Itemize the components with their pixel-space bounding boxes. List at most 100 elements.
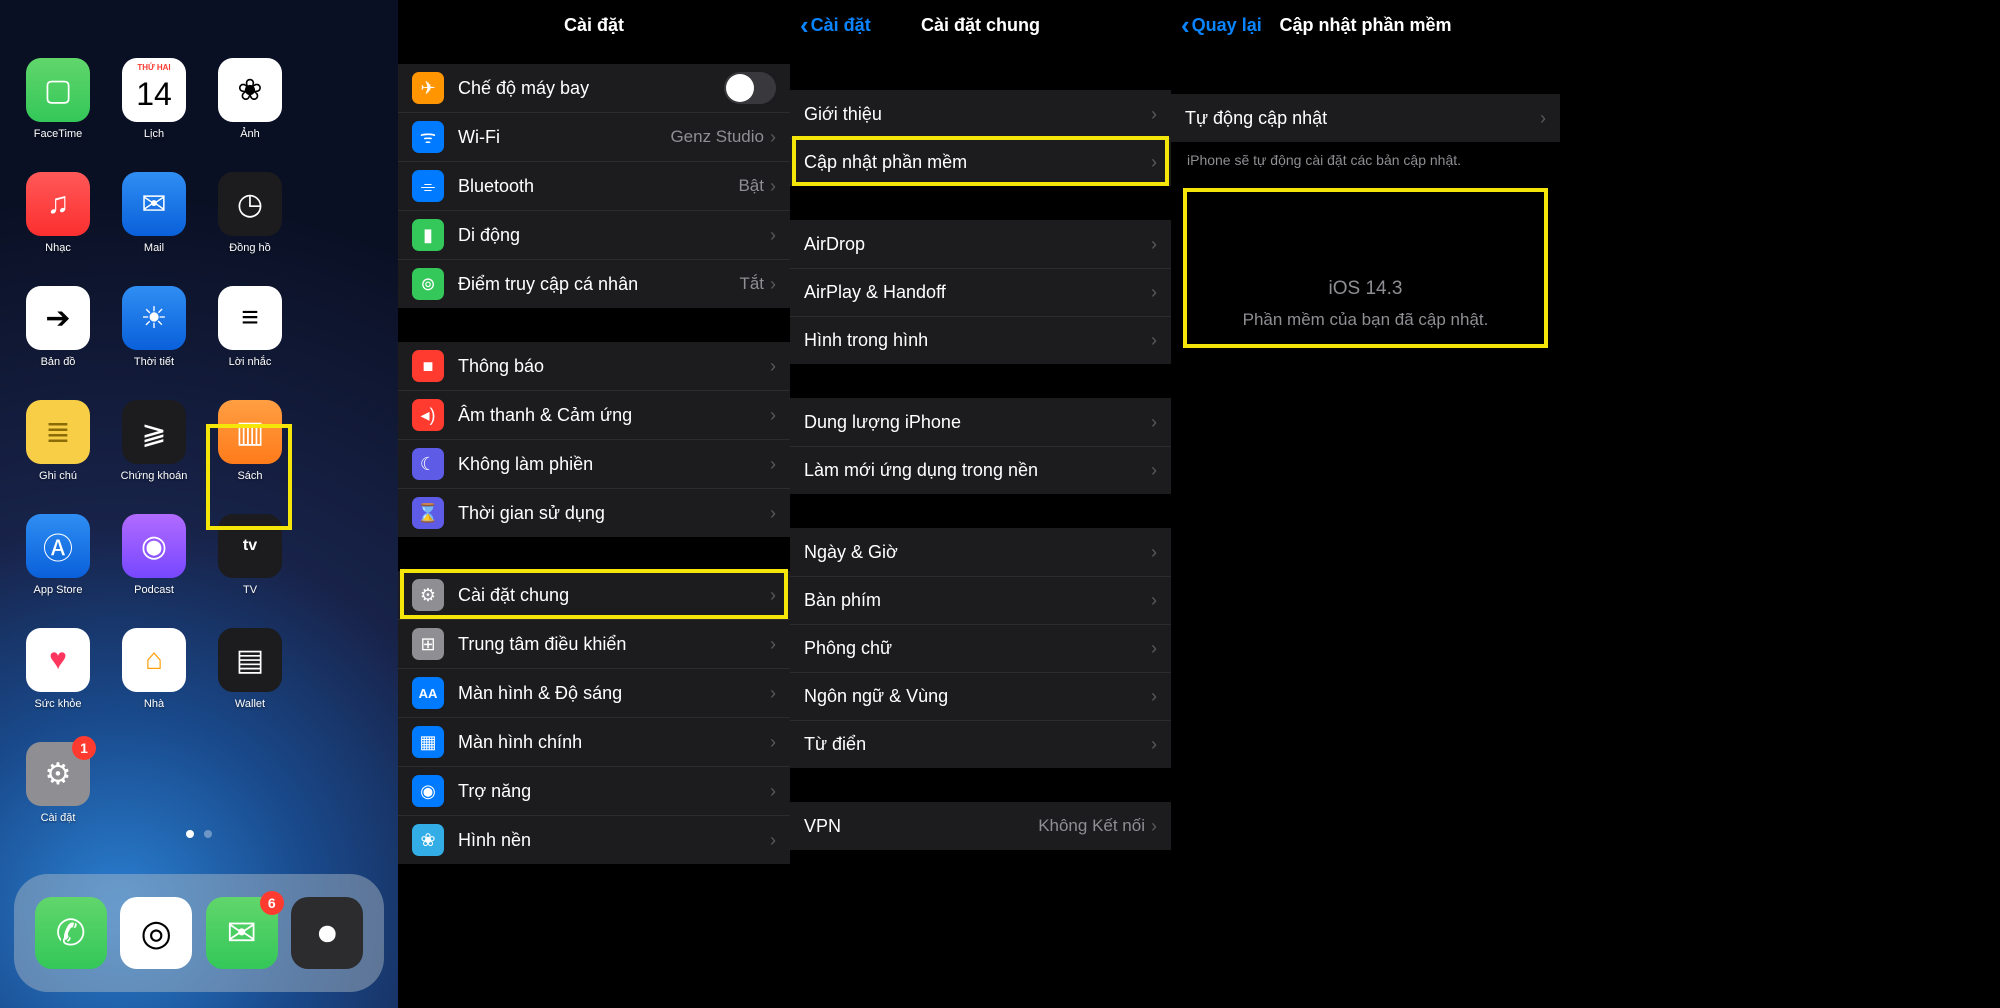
dock-app-camera[interactable]: ⏺ bbox=[293, 897, 361, 969]
row-t-i-n[interactable]: Từ điển› bbox=[790, 720, 1171, 768]
app-mail[interactable]: ✉Mail bbox=[120, 172, 188, 254]
app-label: Sức khỏe bbox=[34, 698, 81, 710]
app-settings[interactable]: ⚙1 Cài đặt bbox=[24, 742, 92, 824]
row-wifi[interactable]: ᯤWi-FiGenz Studio› bbox=[398, 112, 790, 161]
app-health[interactable]: ♥Sức khỏe bbox=[24, 628, 92, 710]
app-tv[interactable]: tvTV bbox=[216, 514, 284, 596]
app-music[interactable]: ♫Nhạc bbox=[24, 172, 92, 254]
app-calendar[interactable]: THỨ HAI14Lịch bbox=[120, 58, 188, 140]
row-cellular[interactable]: ▮Di động› bbox=[398, 210, 790, 259]
row-label: Ngôn ngữ & Vùng bbox=[804, 686, 1151, 707]
home-icon: ⌂ bbox=[122, 628, 186, 692]
app-label: Cài đặt bbox=[41, 812, 76, 824]
dock-app-safari[interactable]: ◎ bbox=[122, 897, 190, 969]
app-appstore[interactable]: ⒶApp Store bbox=[24, 514, 92, 596]
app-books[interactable]: ▥Sách bbox=[216, 400, 284, 482]
app-wallet[interactable]: ▤Wallet bbox=[216, 628, 284, 710]
row-label: Chế độ máy bay bbox=[458, 78, 724, 99]
chevron-right-icon: › bbox=[1151, 638, 1157, 659]
app-reminders[interactable]: ≡Lời nhắc bbox=[216, 286, 284, 368]
nav-title: Cập nhật phần mềm bbox=[1279, 15, 1451, 36]
row-screentime[interactable]: ⌛Thời gian sử dụng› bbox=[398, 488, 790, 537]
messages-icon: ✉6 bbox=[206, 897, 278, 969]
badge: 6 bbox=[260, 891, 284, 915]
row-gi-i-thi-u[interactable]: Giới thiệu› bbox=[790, 90, 1171, 138]
row-display[interactable]: AAMàn hình & Độ sáng› bbox=[398, 668, 790, 717]
row-label: Thông báo bbox=[458, 356, 770, 377]
row-ng-n-ng-v-ng[interactable]: Ngôn ngữ & Vùng› bbox=[790, 672, 1171, 720]
row-airplay-handoff[interactable]: AirPlay & Handoff› bbox=[790, 268, 1171, 316]
row-label: Bàn phím bbox=[804, 590, 1151, 611]
dock-app-phone[interactable]: ✆ bbox=[37, 897, 105, 969]
back-button[interactable]: ‹ Cài đặt bbox=[800, 0, 871, 50]
row-control[interactable]: ⊞Trung tâm điều khiển› bbox=[398, 619, 790, 668]
settings-icon: ⚙1 bbox=[26, 742, 90, 806]
row-dnd[interactable]: ☾Không làm phiền› bbox=[398, 439, 790, 488]
app-podcast[interactable]: ◉Podcast bbox=[120, 514, 188, 596]
row-bluetooth[interactable]: ⌯BluetoothBật› bbox=[398, 161, 790, 210]
chevron-right-icon: › bbox=[770, 356, 776, 377]
row-airdrop[interactable]: AirDrop› bbox=[790, 220, 1171, 268]
row-sounds[interactable]: ◂)Âm thanh & Cảm ứng› bbox=[398, 390, 790, 439]
settings-group: AirDrop›AirPlay & Handoff›Hình trong hìn… bbox=[790, 220, 1171, 364]
chevron-right-icon: › bbox=[770, 127, 776, 148]
chevron-right-icon: › bbox=[770, 732, 776, 753]
row-airplane[interactable]: ✈Chế độ máy bay bbox=[398, 64, 790, 112]
row-label: Màn hình chính bbox=[458, 732, 770, 753]
panel-general-settings: ‹ Cài đặt Cài đặt chung Giới thiệu›Cập n… bbox=[790, 0, 1171, 1008]
app-clock[interactable]: ◷Đồng hồ bbox=[216, 172, 284, 254]
row-homescreen[interactable]: ▦Màn hình chính› bbox=[398, 717, 790, 766]
bluetooth-icon: ⌯ bbox=[412, 170, 444, 202]
row-label: Wi-Fi bbox=[458, 127, 670, 148]
settings-group: ✈Chế độ máy bayᯤWi-FiGenz Studio› ⌯ Blueto… bbox=[398, 64, 790, 308]
dock-app-messages[interactable]: ✉6 bbox=[208, 897, 276, 969]
app-home[interactable]: ⌂Nhà bbox=[120, 628, 188, 710]
nav-bar: ‹ Quay lại Cập nhật phần mềm bbox=[1171, 0, 1560, 50]
page-indicator[interactable] bbox=[0, 830, 398, 838]
app-facetime[interactable]: ▢FaceTime bbox=[24, 58, 92, 140]
app-label: Mail bbox=[144, 242, 164, 254]
row-ph-ng-ch-[interactable]: Phông chữ› bbox=[790, 624, 1171, 672]
settings-list: Giới thiệu›Cập nhật phần mềm› AirDrop›Air… bbox=[790, 90, 1171, 850]
row-b-n-ph-m[interactable]: Bàn phím› bbox=[790, 576, 1171, 624]
row-vpn[interactable]: VPNKhông Kết nối› bbox=[790, 802, 1171, 850]
app-stocks[interactable]: ⫺Chứng khoán bbox=[120, 400, 188, 482]
back-label: Cài đặt bbox=[811, 15, 871, 36]
settings-group: Dung lượng iPhone›Làm mới ứng dụng trong… bbox=[790, 398, 1171, 494]
row-ng-y-gi-[interactable]: Ngày & Giờ› bbox=[790, 528, 1171, 576]
row-notifications[interactable]: ■Thông báo› bbox=[398, 342, 790, 390]
nav-bar: Cài đặt bbox=[398, 0, 790, 50]
row-l-m-m-i-ng-d-ng-trong-n-n[interactable]: Làm mới ứng dụng trong nền› bbox=[790, 446, 1171, 494]
wallet-icon: ▤ bbox=[218, 628, 282, 692]
row-auto-update[interactable]: Tự động cập nhật › bbox=[1171, 94, 1560, 142]
row-general[interactable]: ⚙Cài đặt chung› bbox=[398, 571, 790, 619]
row-h-nh-trong-h-nh[interactable]: Hình trong hình› bbox=[790, 316, 1171, 364]
weather-icon: ☀ bbox=[122, 286, 186, 350]
row-wallpaper[interactable]: ❀Hình nền› bbox=[398, 815, 790, 864]
calendar-icon: THỨ HAI14 bbox=[122, 58, 186, 122]
app-notes[interactable]: ≣Ghi chú bbox=[24, 400, 92, 482]
app-label: Ảnh bbox=[240, 128, 260, 140]
row-label: Phông chữ bbox=[804, 638, 1151, 659]
row-label: Trung tâm điều khiển bbox=[458, 634, 770, 655]
chevron-right-icon: › bbox=[1151, 542, 1157, 563]
back-button[interactable]: ‹ Quay lại bbox=[1181, 0, 1262, 50]
row-c-p-nh-t-ph-n-m-m[interactable]: Cập nhật phần mềm› bbox=[790, 138, 1171, 186]
settings-group: Tự động cập nhật › bbox=[1171, 94, 1560, 142]
chevron-right-icon: › bbox=[770, 503, 776, 524]
app-label: Lời nhắc bbox=[229, 356, 272, 368]
toggle[interactable] bbox=[724, 72, 776, 104]
nav-bar: ‹ Cài đặt Cài đặt chung bbox=[790, 0, 1171, 50]
app-photos[interactable]: ❀Ảnh bbox=[216, 58, 284, 140]
back-label: Quay lại bbox=[1192, 15, 1262, 36]
row-hotspot[interactable]: ⊚Điểm truy cập cá nhânTắt› bbox=[398, 259, 790, 308]
app-weather[interactable]: ☀Thời tiết bbox=[120, 286, 188, 368]
panel-home-screen: ▢FaceTime THỨ HAI14Lịch ❀Ảnh ♫Nhạc ✉Mail ◷Đồn… bbox=[0, 0, 398, 1008]
row-accessibility[interactable]: ◉Trợ năng› bbox=[398, 766, 790, 815]
app-maps[interactable]: ➔Bản đồ bbox=[24, 286, 92, 368]
row-label: Bluetooth bbox=[458, 176, 738, 197]
row-dung-l-ng-iphone[interactable]: Dung lượng iPhone› bbox=[790, 398, 1171, 446]
maps-icon: ➔ bbox=[26, 286, 90, 350]
chevron-right-icon: › bbox=[1151, 330, 1157, 351]
safari-icon: ◎ bbox=[120, 897, 192, 969]
